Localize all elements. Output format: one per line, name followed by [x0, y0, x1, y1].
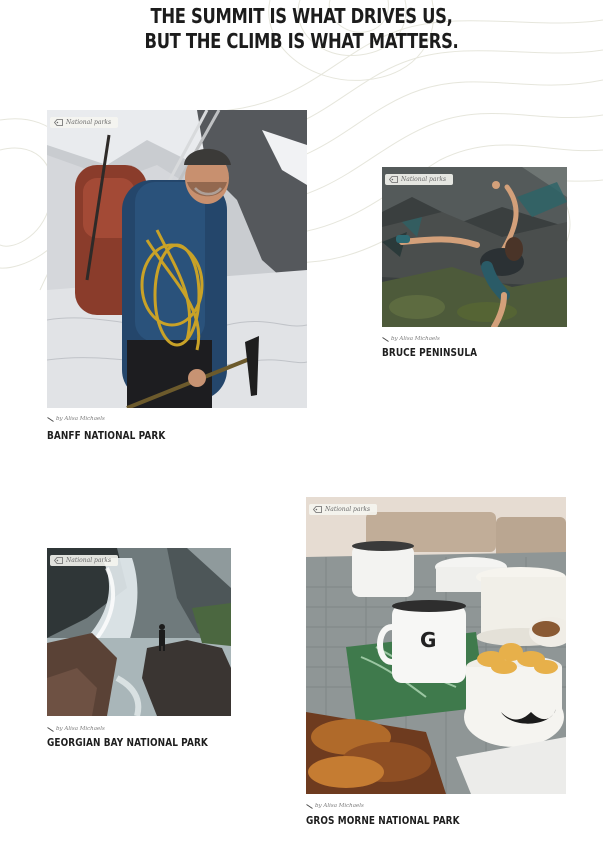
svg-text:G: G	[420, 628, 436, 652]
page-headline: THE SUMMIT IS WHAT DRIVES US, BUT THE CL…	[54, 4, 548, 54]
post-image[interactable]: G National parks	[306, 497, 566, 794]
headline-line-2: BUT THE CLIMB IS WHAT MATTERS.	[144, 29, 459, 53]
post-byline: by Alisa Michaels	[47, 416, 105, 422]
author-name: by Alisa Michaels	[56, 416, 105, 422]
category-label: National parks	[401, 176, 447, 183]
post-card-gros-morne: G National parks by Alisa Michaels GROS …	[306, 497, 566, 832]
post-title[interactable]: GROS MORNE NATIONAL PARK	[306, 815, 460, 827]
post-card-georgian-bay: National parks by Alisa Michaels GEORGIA…	[47, 548, 232, 753]
category-tag[interactable]: National parks	[50, 117, 119, 128]
pen-icon	[47, 726, 54, 732]
pen-icon	[306, 803, 313, 809]
post-byline: by Alisa Michaels	[47, 726, 105, 732]
post-title[interactable]: BANFF NATIONAL PARK	[47, 430, 165, 442]
post-byline: by Alisa Michaels	[382, 336, 440, 342]
category-tag[interactable]: National parks	[385, 174, 454, 185]
category-tag[interactable]: National parks	[309, 504, 378, 515]
category-label: National parks	[66, 557, 112, 564]
post-card-bruce-peninsula: National parks by Alisa Michaels BRUCE P…	[382, 167, 567, 365]
tag-icon	[54, 557, 63, 564]
author-name: by Alisa Michaels	[315, 803, 364, 809]
author-name: by Alisa Michaels	[391, 336, 440, 342]
post-image[interactable]: National parks	[47, 110, 307, 408]
post-card-banff: National parks by Alisa Michaels BANFF N…	[47, 110, 307, 445]
author-name: by Alisa Michaels	[56, 726, 105, 732]
post-image[interactable]: National parks	[382, 167, 567, 327]
tag-icon	[313, 506, 322, 513]
post-image[interactable]: National parks	[47, 548, 231, 716]
category-label: National parks	[325, 506, 371, 513]
pen-icon	[382, 336, 389, 342]
category-label: National parks	[66, 119, 112, 126]
post-byline: by Alisa Michaels	[306, 803, 364, 809]
tag-icon	[54, 119, 63, 126]
tag-icon	[389, 176, 398, 183]
pen-icon	[47, 416, 54, 422]
post-title[interactable]: GEORGIAN BAY NATIONAL PARK	[47, 737, 208, 749]
category-tag[interactable]: National parks	[50, 555, 119, 566]
post-title[interactable]: BRUCE PENINSULA	[382, 347, 477, 359]
headline-line-1: THE SUMMIT IS WHAT DRIVES US,	[150, 4, 453, 28]
